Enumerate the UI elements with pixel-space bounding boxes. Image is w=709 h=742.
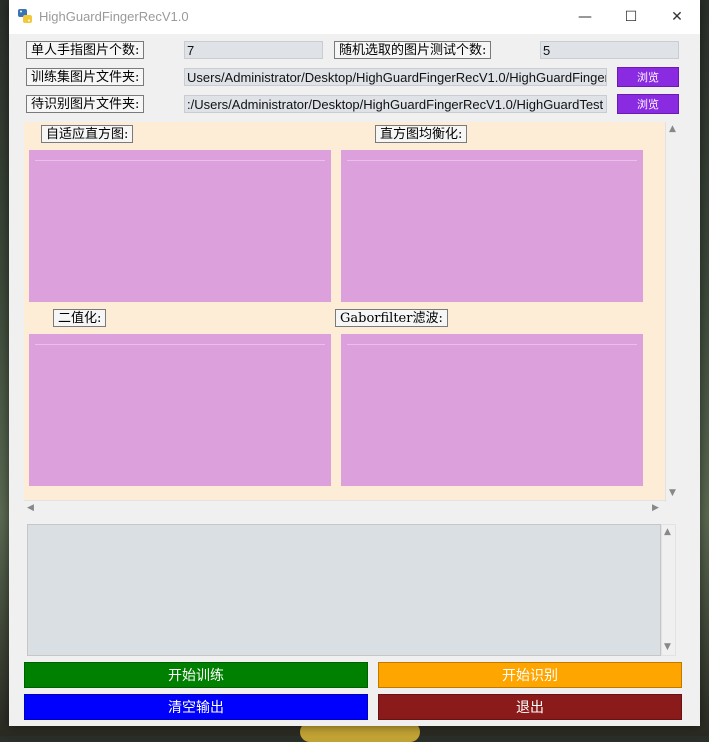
canvas-vertical-scrollbar[interactable]: ▲ ▼ [665, 122, 680, 502]
train-folder-label: 训练集图片文件夹: [26, 68, 145, 86]
fingers-count-input[interactable]: 7 [184, 41, 323, 59]
output-textarea[interactable] [27, 524, 661, 656]
minimize-button[interactable]: — [562, 0, 608, 34]
random-test-count-label: 随机选取的图片测试个数: [334, 41, 492, 59]
test-browse-button[interactable]: 浏览 [617, 94, 679, 114]
adaptive-hist-label: 自适应直方图: [41, 125, 134, 143]
output-scrollbar[interactable]: ▲ ▼ [661, 524, 676, 656]
hist-eq-image [341, 150, 643, 302]
adaptive-hist-image [29, 150, 331, 302]
maximize-button[interactable]: ☐ [608, 0, 654, 34]
exit-button[interactable]: 退出 [378, 694, 682, 720]
start-training-button[interactable]: 开始训练 [24, 662, 368, 688]
minimize-icon: — [578, 9, 592, 25]
app-window: HighGuardFingerRecV1.0 — ☐ ✕ 单人手指图片个数: 7… [9, 0, 700, 726]
clear-output-button[interactable]: 清空输出 [24, 694, 368, 720]
maximize-icon: ☐ [624, 9, 638, 25]
image-canvas: 自适应直方图: 直方图均衡化: 二值化: Gaborfilter滤波: [24, 122, 665, 500]
close-button[interactable]: ✕ [654, 0, 700, 34]
scroll-left-icon[interactable]: ◀ [27, 503, 34, 513]
scroll-up-icon[interactable]: ▲ [669, 124, 676, 134]
scroll-right-icon[interactable]: ▶ [652, 503, 659, 513]
scroll-down-icon[interactable]: ▼ [669, 488, 676, 498]
train-folder-input[interactable]: Users/Administrator/Desktop/HighGuardFin… [184, 68, 607, 86]
train-browse-button[interactable]: 浏览 [617, 67, 679, 87]
test-folder-input[interactable]: :/Users/Administrator/Desktop/HighGuardF… [184, 95, 607, 113]
close-icon: ✕ [671, 9, 683, 25]
test-folder-label: 待识别图片文件夹: [26, 95, 145, 113]
output-scroll-down-icon[interactable]: ▼ [664, 642, 671, 652]
python-icon [18, 9, 32, 23]
binarize-image [29, 334, 331, 486]
hist-eq-label: 直方图均衡化: [375, 125, 468, 143]
window-title: HighGuardFingerRecV1.0 [39, 9, 189, 24]
title-bar: HighGuardFingerRecV1.0 — ☐ ✕ [9, 0, 700, 34]
main-content: 单人手指图片个数: 7 随机选取的图片测试个数: 5 训练集图片文件夹: Use… [9, 34, 700, 726]
gabor-label: Gaborfilter滤波: [335, 309, 448, 327]
canvas-horizontal-scrollbar[interactable]: ◀ ▶ [24, 500, 665, 516]
gabor-image [341, 334, 643, 486]
random-test-count-input[interactable]: 5 [540, 41, 679, 59]
binarize-label: 二值化: [53, 309, 107, 327]
fingers-count-label: 单人手指图片个数: [26, 41, 145, 59]
output-scroll-up-icon[interactable]: ▲ [664, 527, 671, 537]
start-recognition-button[interactable]: 开始识别 [378, 662, 682, 688]
